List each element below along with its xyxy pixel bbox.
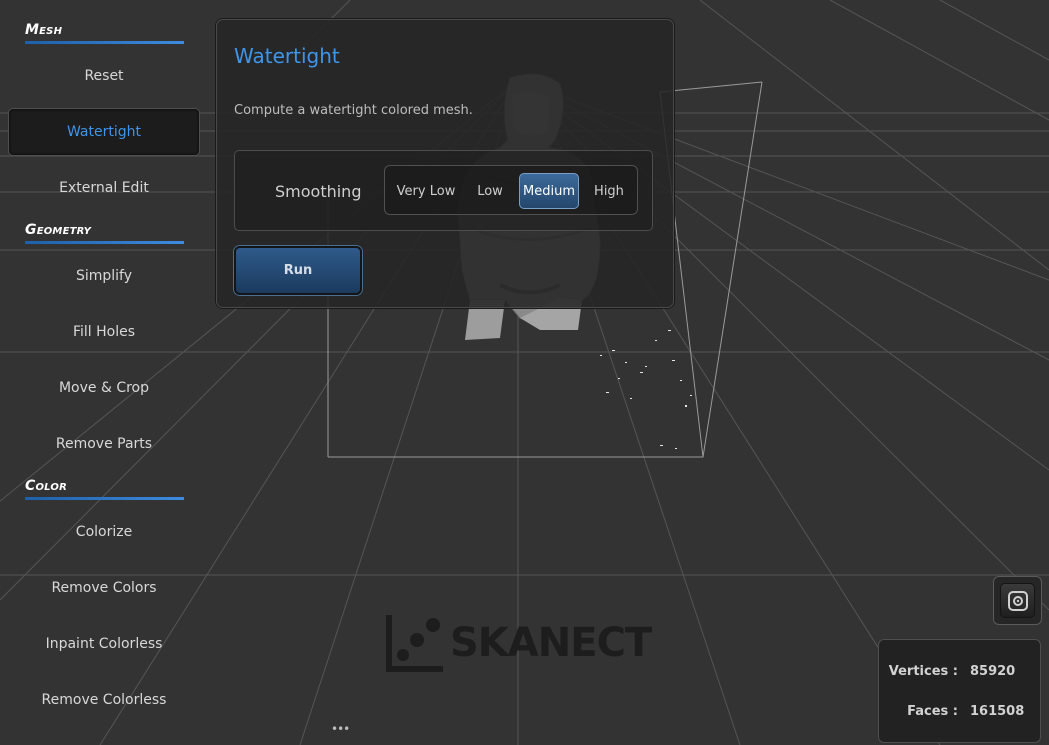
camera-view-button[interactable] <box>993 576 1042 625</box>
tool-simplify[interactable]: Simplify <box>8 252 200 300</box>
section-title-mesh: Mesh <box>25 22 184 44</box>
tool-remove-colorless-label: Remove Colorless <box>41 692 167 708</box>
tool-fill-holes[interactable]: Fill Holes <box>8 308 200 356</box>
ellipsis-icon[interactable]: ••• <box>331 723 350 735</box>
logo-text: SKANECT <box>450 620 652 666</box>
tool-sidebar: Mesh Reset Watertight External Edit Geom… <box>0 0 208 745</box>
tool-colorize[interactable]: Colorize <box>8 508 200 556</box>
tool-remove-parts-label: Remove Parts <box>55 436 153 452</box>
skanect-logo: SKANECT <box>386 611 652 673</box>
faces-label: Faces : <box>907 704 958 719</box>
section-rule <box>25 41 184 44</box>
tool-external-edit-label: External Edit <box>59 180 149 196</box>
section-title-geometry-label: Geometry <box>25 222 92 238</box>
tool-reset-label: Reset <box>84 68 124 84</box>
tool-fill-holes-label: Fill Holes <box>72 324 136 340</box>
section-title-geometry: Geometry <box>25 222 184 244</box>
smoothing-option-medium[interactable]: Medium <box>519 173 579 209</box>
faces-value: 161508 <box>970 704 1025 719</box>
tool-colorize-label: Colorize <box>75 524 133 540</box>
section-title-color-label: Color <box>25 478 67 494</box>
smoothing-option-very-low[interactable]: Very Low <box>391 173 461 209</box>
tool-remove-colorless[interactable]: Remove Colorless <box>8 676 200 724</box>
vertices-label: Vertices : <box>888 664 958 679</box>
tool-reset[interactable]: Reset <box>8 52 200 100</box>
section-title-color: Color <box>25 478 184 500</box>
mesh-stats-panel: Vertices : 85920 Faces : 161508 <box>878 639 1041 743</box>
smoothing-option-high[interactable]: High <box>585 173 633 209</box>
tool-move-crop[interactable]: Move & Crop <box>8 364 200 412</box>
tool-remove-colors-label: Remove Colors <box>51 580 157 596</box>
vertices-value: 85920 <box>970 664 1016 679</box>
tool-remove-colors[interactable]: Remove Colors <box>8 564 200 612</box>
section-rule <box>25 497 184 500</box>
section-title-mesh-label: Mesh <box>25 22 63 38</box>
smoothing-label: Smoothing <box>275 182 362 201</box>
run-button[interactable]: Run <box>234 246 362 295</box>
dialog-title: Watertight <box>234 44 340 68</box>
section-rule <box>25 241 184 244</box>
smoothing-group: Smoothing Very Low Low Medium High <box>234 150 653 231</box>
tool-external-edit[interactable]: External Edit <box>8 164 200 212</box>
camera-icon <box>1000 583 1035 618</box>
tool-inpaint-colorless-label: Inpaint Colorless <box>45 636 163 652</box>
dialog-description: Compute a watertight colored mesh. <box>234 103 473 118</box>
smoothing-selector: Very Low Low Medium High <box>384 165 638 215</box>
tool-move-crop-label: Move & Crop <box>58 380 150 396</box>
logo-mark-icon <box>386 615 443 672</box>
tool-watertight[interactable]: Watertight <box>8 108 200 156</box>
tool-watertight-label: Watertight <box>66 124 141 140</box>
tool-inpaint-colorless[interactable]: Inpaint Colorless <box>8 620 200 668</box>
smoothing-option-low[interactable]: Low <box>467 173 513 209</box>
tool-simplify-label: Simplify <box>75 268 133 284</box>
tool-remove-parts[interactable]: Remove Parts <box>8 420 200 468</box>
watertight-dialog: Watertight Compute a watertight colored … <box>216 19 674 308</box>
